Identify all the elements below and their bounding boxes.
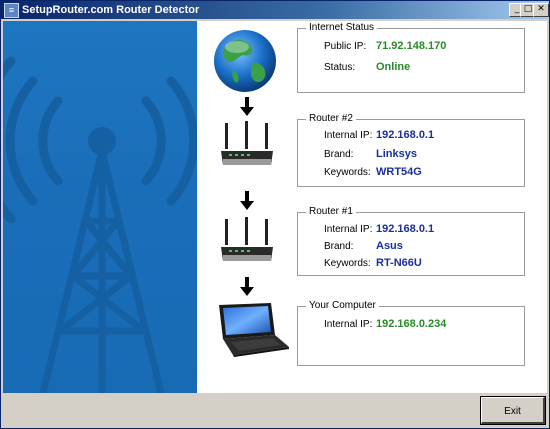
status-value: Online	[376, 61, 411, 73]
keywords-value: WRT54G	[376, 166, 422, 178]
arrow-down-icon	[240, 97, 254, 116]
signal-tower-icon	[3, 56, 197, 393]
arrow-down-icon	[240, 191, 254, 210]
internal-ip-value: 192.168.0.1	[376, 223, 435, 235]
router2-panel: Router #2 Internal IP: 192.168.0.1 Brand…	[297, 113, 525, 187]
panel-legend: Your Computer	[306, 300, 379, 312]
arrow-down-icon	[240, 277, 254, 296]
exit-button[interactable]: Exit	[480, 396, 546, 425]
router-icon	[221, 217, 273, 261]
internal-ip-label: Internal IP:	[324, 130, 373, 141]
brand-value: Linksys	[376, 148, 417, 160]
status-label: Status:	[324, 62, 356, 73]
app-window: ≡ SetupRouter.com Router Detector _ □ ✕	[0, 0, 550, 429]
globe-icon	[214, 30, 276, 92]
internal-ip-value: 192.168.0.1	[376, 129, 435, 141]
internal-ip-value: 192.168.0.234	[376, 318, 447, 330]
keywords-label: Keywords:	[324, 258, 371, 269]
public-ip-label: Public IP:	[324, 41, 367, 52]
panel-legend: Router #2	[306, 113, 356, 125]
device-chain: Internet Status Public IP: 71.92.148.170…	[197, 21, 547, 393]
panel-legend: Internet Status	[306, 22, 378, 34]
router-icon	[221, 121, 273, 165]
sidebar-banner	[3, 21, 197, 393]
router1-panel: Router #1 Internal IP: 192.168.0.1 Brand…	[297, 206, 525, 276]
brand-label: Brand:	[324, 241, 354, 252]
internet-status-panel: Internet Status Public IP: 71.92.148.170…	[297, 22, 525, 93]
brand-value: Asus	[376, 240, 403, 252]
window-title: SetupRouter.com Router Detector	[22, 4, 200, 16]
panel-legend: Router #1	[306, 206, 356, 218]
public-ip-value: 71.92.148.170	[376, 40, 447, 52]
app-icon[interactable]: ≡	[4, 3, 19, 18]
keywords-label: Keywords:	[324, 167, 371, 178]
brand-label: Brand:	[324, 149, 354, 160]
close-button[interactable]: ✕	[533, 3, 549, 17]
internal-ip-label: Internal IP:	[324, 224, 373, 235]
your-computer-panel: Your Computer Internal IP: 192.168.0.234	[297, 300, 525, 366]
keywords-value: RT-N66U	[376, 257, 422, 269]
internal-ip-label: Internal IP:	[324, 319, 373, 330]
laptop-icon	[219, 303, 289, 357]
client-area: Internet Status Public IP: 71.92.148.170…	[3, 21, 547, 393]
button-bar: Exit	[1, 393, 549, 428]
title-bar[interactable]: ≡ SetupRouter.com Router Detector _ □ ✕	[1, 1, 549, 19]
